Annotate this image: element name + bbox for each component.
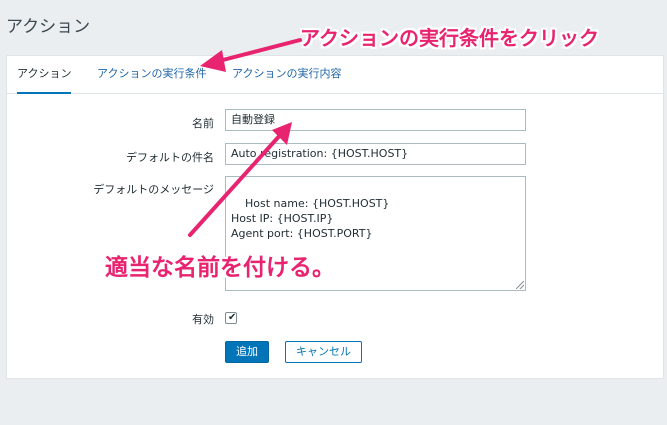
tab-bar: アクション アクションの実行条件 アクションの実行内容 — [7, 56, 663, 94]
action-form-panel: アクション アクションの実行条件 アクションの実行内容 名前 自動登録 デフォル… — [6, 55, 664, 379]
resize-handle-icon[interactable] — [516, 281, 524, 289]
tab-action-conditions[interactable]: アクションの実行条件 — [97, 65, 206, 92]
message-label: デフォルトのメッセージ — [93, 183, 214, 196]
subject-label: デフォルトの件名 — [126, 151, 214, 164]
tab-action-operations[interactable]: アクションの実行内容 — [232, 65, 341, 92]
subject-input[interactable]: Auto registration: {HOST.HOST} — [225, 143, 526, 165]
tab-action[interactable]: アクション — [17, 65, 72, 94]
callout-click-conditions: アクションの実行条件をクリック — [300, 26, 599, 50]
add-button[interactable]: 追加 — [225, 341, 269, 363]
page-title: アクション — [6, 17, 91, 37]
message-text: Host name: {HOST.HOST} Host IP: {HOST.IP… — [231, 197, 390, 240]
enabled-label: 有効 — [192, 313, 214, 326]
name-label: 名前 — [192, 117, 214, 130]
callout-set-name: 適当な名前を付ける。 — [105, 255, 335, 281]
checkmark-icon: ✔ — [228, 312, 237, 323]
name-input[interactable]: 自動登録 — [225, 109, 526, 131]
cancel-button[interactable]: キャンセル — [285, 341, 362, 363]
enabled-checkbox[interactable]: ✔ — [225, 312, 237, 324]
